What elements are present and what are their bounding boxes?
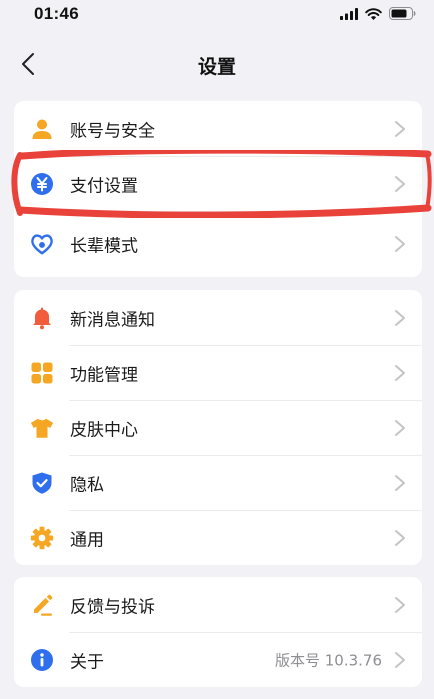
cellular-signal-icon: [340, 7, 358, 20]
chevron-right-icon: [395, 309, 405, 326]
row-label: 隐私: [70, 475, 104, 495]
settings-row-elder-mode[interactable]: 长辈模式: [14, 211, 422, 277]
status-time: 01:46: [34, 4, 79, 23]
row-label: 通用: [70, 530, 104, 550]
row-label: 反馈与投诉: [70, 597, 155, 617]
nav-bar: 设置: [0, 40, 434, 92]
settings-group-account: 账号与安全 支付设置 长辈模式: [14, 101, 422, 277]
version-value: 版本号 10.3.76: [274, 651, 382, 669]
chevron-right-icon: [395, 651, 405, 668]
row-label: 支付设置: [70, 176, 138, 196]
settings-row-payment[interactable]: 支付设置: [14, 156, 422, 211]
settings-row-feedback[interactable]: 反馈与投诉: [14, 577, 422, 632]
chevron-right-icon: [395, 419, 405, 436]
grid-icon: [30, 361, 54, 385]
pen-icon: [30, 593, 54, 617]
battery-icon: [389, 7, 416, 20]
yuan-coin-icon: [30, 172, 54, 196]
row-label: 功能管理: [70, 365, 138, 385]
row-label: 长辈模式: [70, 236, 138, 257]
bell-icon: [30, 306, 54, 330]
chevron-right-icon: [395, 474, 405, 491]
status-icons: [340, 7, 416, 20]
person-icon: [30, 117, 54, 141]
chevron-right-icon: [395, 236, 405, 252]
settings-row-account-security[interactable]: 账号与安全: [14, 101, 422, 156]
settings-group-general: 新消息通知 功能管理 皮肤中心 隐私 通用: [14, 290, 422, 565]
row-label: 关于: [70, 652, 104, 672]
settings-row-skin-center[interactable]: 皮肤中心: [14, 400, 422, 455]
shield-check-icon: [30, 471, 54, 495]
info-icon: [30, 648, 54, 672]
row-label: 皮肤中心: [70, 420, 138, 440]
chevron-right-icon: [395, 175, 405, 192]
chevron-right-icon: [395, 120, 405, 137]
chevron-right-icon: [395, 364, 405, 381]
settings-row-feature-management[interactable]: 功能管理: [14, 345, 422, 400]
chevron-right-icon: [395, 529, 405, 546]
row-label: 账号与安全: [70, 121, 155, 141]
row-label: 新消息通知: [70, 310, 155, 330]
chevron-right-icon: [395, 596, 405, 613]
page-title: 设置: [197, 56, 236, 78]
settings-row-privacy[interactable]: 隐私: [14, 455, 422, 510]
settings-row-general[interactable]: 通用: [14, 510, 422, 565]
wifi-icon: [365, 7, 382, 20]
settings-row-about[interactable]: 关于 版本号 10.3.76: [14, 632, 422, 687]
gear-icon: [30, 526, 54, 550]
tshirt-icon: [30, 416, 54, 440]
settings-row-notifications[interactable]: 新消息通知: [14, 290, 422, 345]
status-bar: 01:46: [0, 0, 434, 32]
heart-hands-icon: [30, 232, 54, 256]
settings-group-support: 反馈与投诉 关于 版本号 10.3.76: [14, 577, 422, 687]
